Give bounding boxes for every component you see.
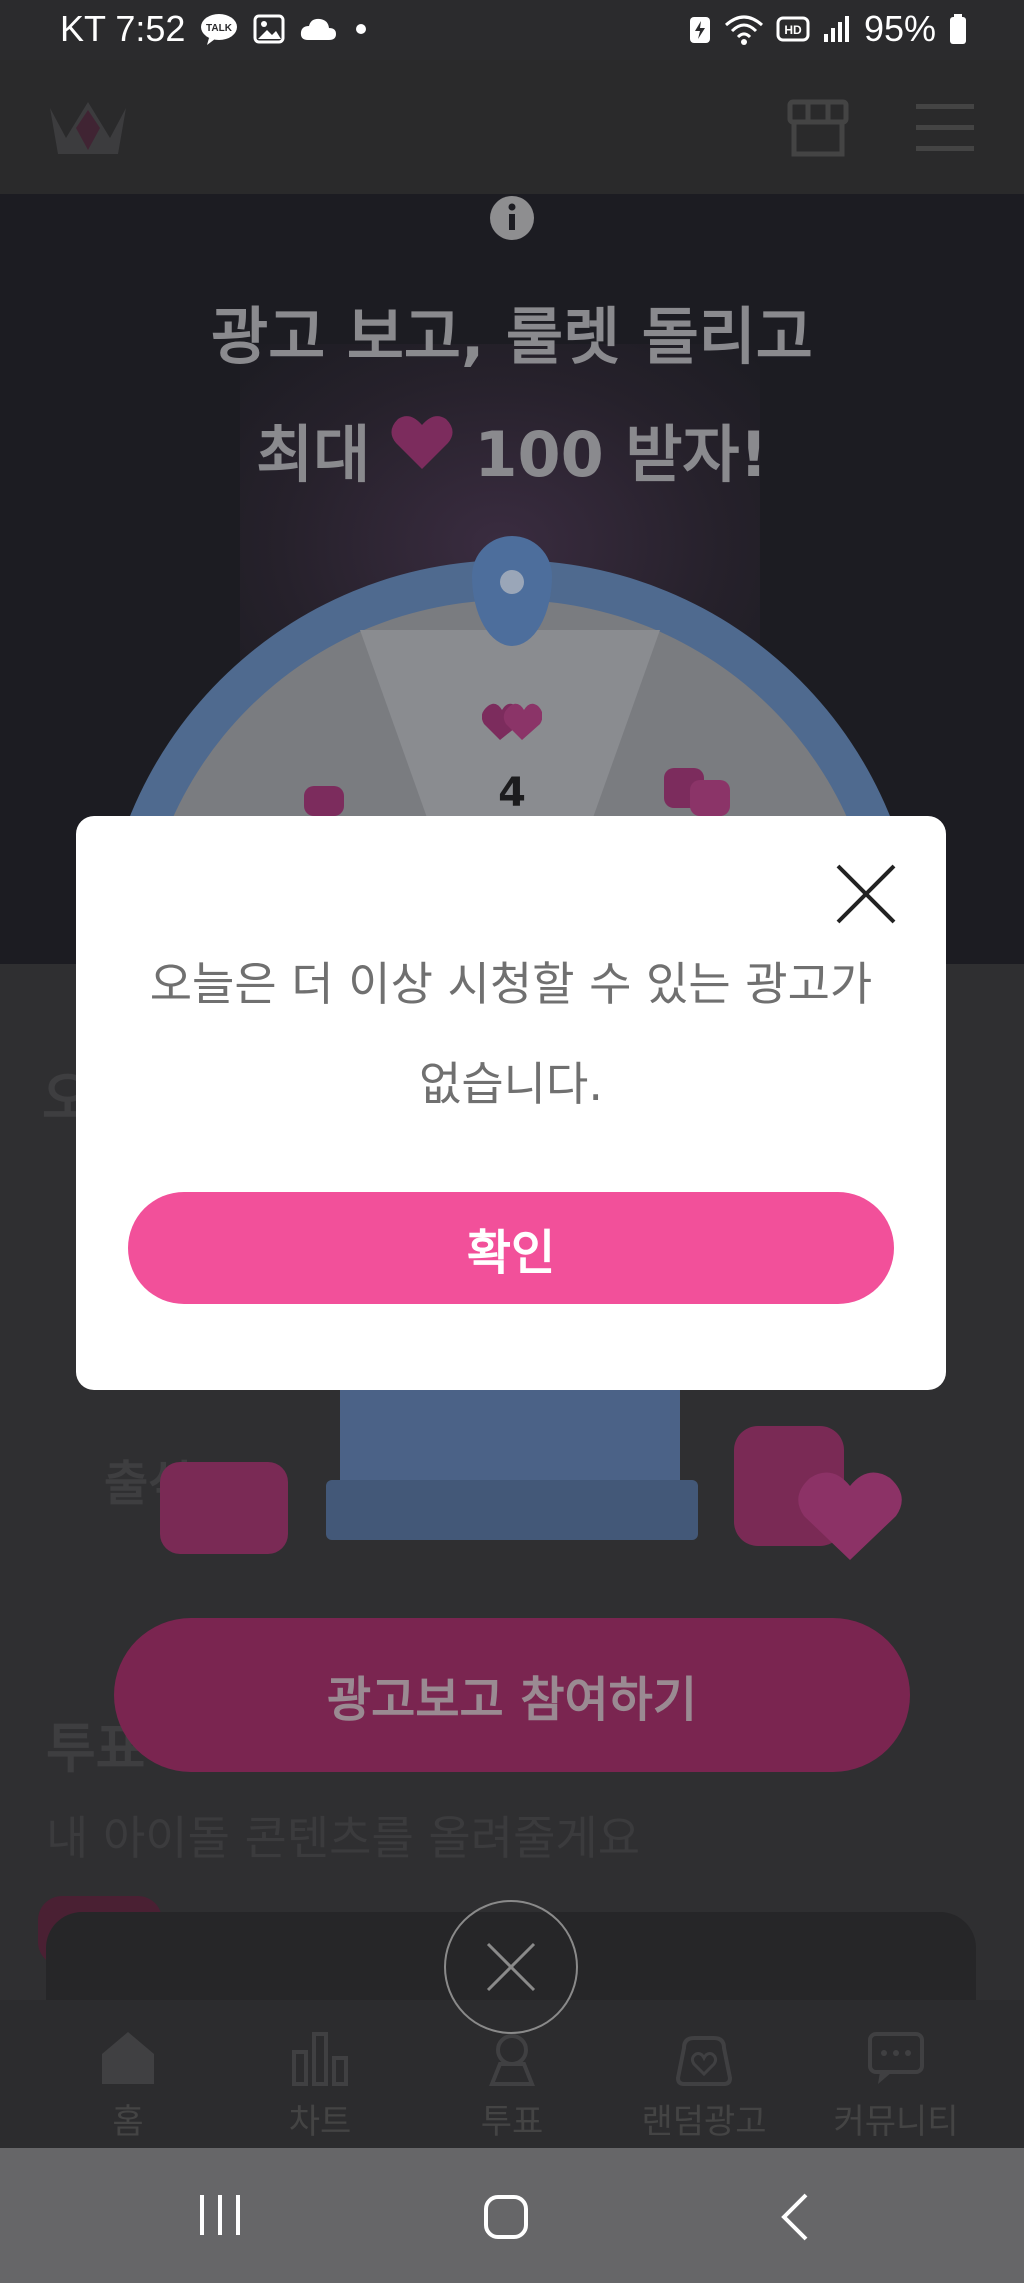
nav-item-random-ad[interactable]: 랜덤광고 (624, 2028, 784, 2143)
nav-item-vote[interactable]: 투표 (432, 2028, 592, 2143)
hero-title-prefix: 최대 (256, 418, 371, 491)
bg-vote-subtitle: 내 아이돌 콘텐츠를 올려줄게요 (46, 1811, 641, 1865)
signal-icon (822, 14, 852, 44)
cloud-icon (299, 16, 337, 42)
nav-item-home[interactable]: 홈 (48, 2028, 208, 2143)
store-icon[interactable] (786, 98, 850, 162)
nav-label-chart: 차트 (288, 2102, 352, 2142)
dialog-message-line2: 없습니다. (419, 1057, 603, 1111)
nav-label-home: 홈 (112, 2102, 144, 2142)
dialog-message: 오늘은 더 이상 시청할 수 있는 광고가 없습니다. (146, 934, 876, 1134)
app-logo-icon[interactable] (46, 98, 130, 162)
dismiss-overlay-button[interactable] (444, 1900, 578, 2034)
recent-apps-icon[interactable] (196, 2193, 244, 2241)
battery-percent: 95% (863, 8, 936, 49)
hero-title-suffix: 100 받자! (474, 418, 768, 491)
system-nav-bar (0, 2148, 1024, 2283)
community-icon (866, 2028, 926, 2088)
svg-text:HD: HD (784, 23, 802, 37)
home-icon (98, 2028, 158, 2088)
hd-voice-icon: HD (776, 15, 810, 43)
gallery-icon (253, 13, 285, 45)
roulette-pointer-dot (500, 570, 524, 594)
random-ad-icon (674, 2028, 734, 2088)
info-icon[interactable] (488, 194, 536, 246)
confirm-button[interactable]: 확인 (128, 1192, 894, 1304)
home-button-icon[interactable] (482, 2193, 530, 2245)
vote-icon (482, 2028, 542, 2088)
dialog-close-button[interactable] (834, 862, 898, 926)
roulette-stand-base (326, 1480, 698, 1540)
status-left: KT 7:52 TALK (60, 8, 371, 50)
battery-icon (948, 13, 968, 45)
close-icon (486, 1942, 536, 1992)
wheel-side-hearts-icon (660, 760, 740, 824)
nav-label-random-ad: 랜덤광고 (641, 2102, 767, 2142)
close-icon (836, 864, 896, 924)
nav-label-vote: 투표 (480, 2102, 544, 2142)
carrier-time: KT 7:52 (60, 8, 186, 49)
heart-icon (390, 413, 454, 486)
back-icon[interactable] (776, 2193, 816, 2245)
wheel-hearts-icon (481, 700, 543, 750)
kakaotalk-icon: TALK (199, 12, 239, 46)
dialog-message-line1: 오늘은 더 이상 시청할 수 있는 광고가 (149, 957, 873, 1011)
app-header (0, 60, 1024, 194)
menu-icon[interactable] (914, 102, 976, 158)
nav-item-community[interactable]: 커뮤니티 (816, 2028, 976, 2143)
right-heart-pile-icon (730, 1420, 920, 1574)
nav-label-community: 커뮤니티 (833, 2102, 959, 2142)
status-bar: KT 7:52 TALK HD 95% (0, 0, 1024, 60)
status-right: HD 95% (688, 8, 968, 50)
hero-title-line2: 최대 100 받자! (0, 404, 1024, 494)
notification-dot-icon (351, 19, 371, 39)
battery-saver-icon (688, 13, 712, 45)
left-heart-pile (160, 1462, 288, 1554)
chart-icon (290, 2028, 350, 2088)
watch-ad-button-label: 광고보고 참여하기 (327, 1672, 697, 1728)
hero-title-line1: 광고 보고, 룰렛 돌리고 (211, 300, 813, 373)
svg-text:TALK: TALK (206, 23, 233, 34)
wifi-icon (724, 13, 764, 45)
watch-ad-button[interactable]: 광고보고 참여하기 (114, 1618, 910, 1772)
wheel-center-value: 4 (498, 770, 526, 816)
no-ads-dialog: 오늘은 더 이상 시청할 수 있는 광고가 없습니다. 확인 (76, 816, 946, 1390)
nav-item-chart[interactable]: 차트 (240, 2028, 400, 2143)
